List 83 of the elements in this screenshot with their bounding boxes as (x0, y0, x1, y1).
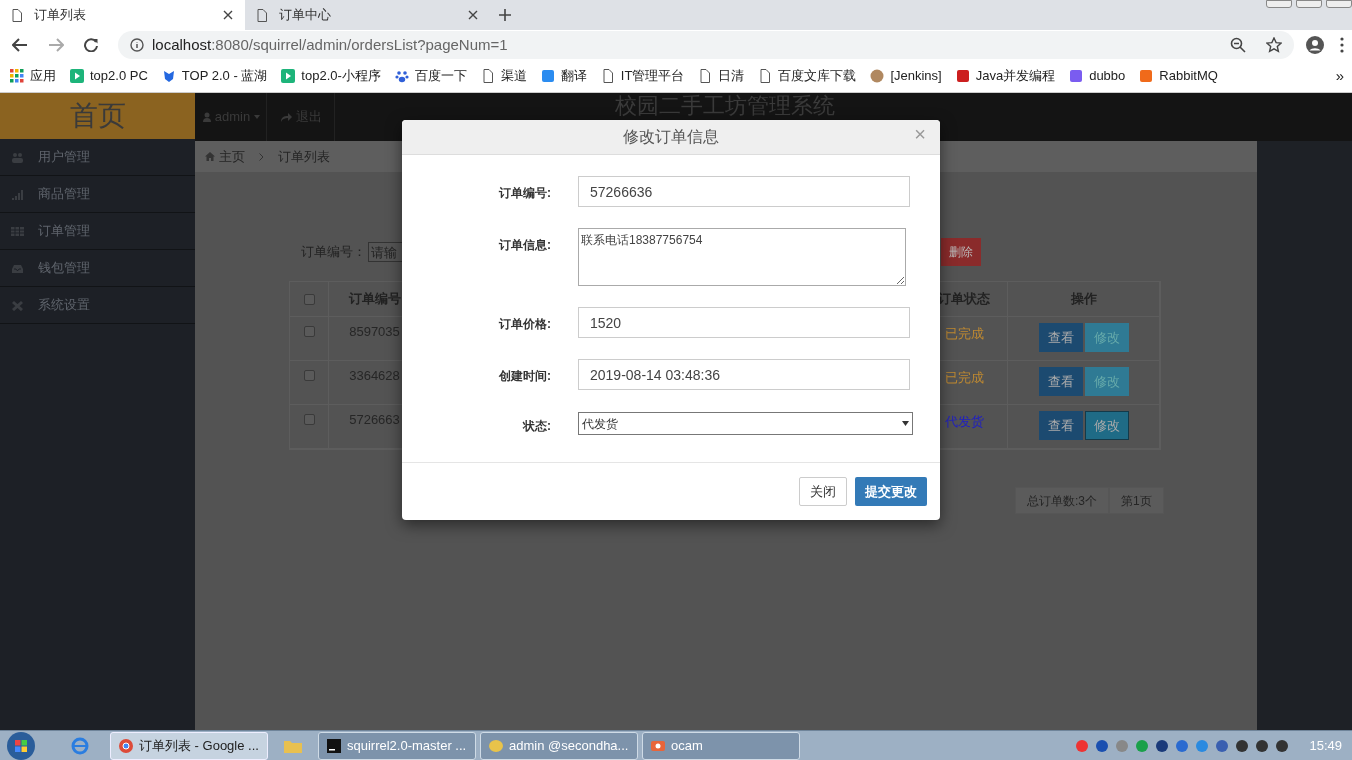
field-label: 订单价格: (497, 316, 551, 333)
clock-time: 15:49 (1309, 736, 1342, 755)
browser-tab[interactable]: 订单列表 (0, 0, 245, 30)
close-dialog-button[interactable]: 关闭 (799, 477, 847, 506)
text-area[interactable]: 联系电话18387756754 (578, 228, 906, 286)
caret-icon (254, 115, 261, 119)
start-orb-icon[interactable] (6, 730, 36, 760)
bookmark[interactable]: 日清 (698, 66, 745, 86)
bookmark[interactable]: 渠道 (480, 66, 527, 86)
share-arrow-icon (279, 112, 292, 122)
view-button[interactable]: 查看 (1038, 411, 1083, 440)
view-button[interactable]: 查看 (1038, 323, 1083, 352)
bookmark[interactable]: TOP 2.0 - 蓝湖 (161, 66, 268, 86)
tray-icon[interactable] (1095, 738, 1110, 753)
bookmark[interactable]: top2.0-小程序 (281, 66, 381, 86)
checkbox[interactable] (303, 414, 315, 425)
bookmark[interactable]: IT管理平台 (600, 66, 685, 86)
back-icon[interactable] (12, 38, 28, 52)
close-icon[interactable] (468, 10, 478, 20)
apps-icon (10, 69, 24, 83)
bookmark[interactable]: top2.0 PC (70, 66, 148, 86)
page-icon (257, 8, 267, 22)
close-button[interactable] (1326, 0, 1352, 8)
tray-icon[interactable] (1235, 738, 1250, 753)
browser-icon (119, 738, 133, 753)
status-text: 代发货 (944, 413, 984, 431)
cross-icon (11, 299, 24, 311)
bookmark[interactable]: 翻译 (540, 66, 587, 86)
home-icon (205, 152, 215, 161)
tray-icon[interactable] (1155, 738, 1170, 753)
maximize-button[interactable] (1296, 0, 1322, 8)
table-icon (11, 225, 24, 237)
tray-icon[interactable] (1255, 738, 1270, 753)
status-text: 已完成 (944, 369, 984, 387)
forward-icon[interactable] (48, 38, 64, 52)
new-tab-icon[interactable] (498, 8, 512, 22)
status-select[interactable]: 代发货 (578, 412, 913, 435)
zoom-icon[interactable] (1230, 37, 1246, 53)
user-icon (202, 112, 211, 122)
address-bar[interactable]: localhost:8080/squirrel/admin/ordersList?pageNum=1 (118, 31, 1294, 59)
more-bookmarks[interactable]: » (1335, 64, 1344, 88)
camera-icon (651, 738, 665, 753)
dropdown-caret-icon (902, 421, 909, 426)
status-text: 已完成 (944, 325, 984, 343)
bookmark[interactable]: dubbo (1069, 66, 1126, 86)
dialog-title: 修改订单信息 (623, 127, 719, 147)
tray-icon[interactable] (1215, 738, 1230, 753)
taskbar-button[interactable]: 订单列表 - Google ... (110, 731, 268, 760)
field-label: 订单编号: (497, 185, 551, 202)
info-icon (130, 38, 144, 52)
checkbox[interactable] (303, 326, 315, 337)
delete-button[interactable]: 删除 (941, 238, 981, 266)
page-icon (12, 8, 22, 22)
checkbox[interactable] (303, 370, 315, 381)
tray-icon (11, 262, 24, 274)
bookmark[interactable]: [Jenkins] (870, 66, 942, 86)
bookmark[interactable]: 应用 (10, 66, 56, 86)
bookmark[interactable]: 百度一下 (394, 66, 467, 86)
database-icon (489, 738, 503, 753)
input-field[interactable]: 1520 (578, 307, 910, 338)
chevron-icon (259, 152, 264, 161)
bookmark[interactable]: Java并发编程 (955, 66, 1056, 86)
tray-icon[interactable] (1275, 738, 1290, 753)
input-field[interactable]: 57266636 (578, 176, 910, 207)
account-icon[interactable] (1306, 36, 1324, 54)
bookmark[interactable]: 百度文库下载 (758, 66, 857, 86)
checkbox[interactable] (303, 293, 315, 305)
ide-icon (327, 738, 341, 753)
reload-icon[interactable] (84, 38, 98, 52)
input-field[interactable]: 2019-08-14 03:48:36 (578, 359, 910, 390)
bookmark[interactable]: RabbitMQ (1139, 66, 1218, 86)
field-label: 创建时间: (498, 368, 551, 385)
bars-icon (11, 188, 24, 200)
field-label: 状态: (521, 418, 551, 435)
star-icon[interactable] (1266, 37, 1282, 53)
menu-icon[interactable] (1340, 37, 1344, 53)
submit-button[interactable]: 提交更改 (855, 477, 927, 506)
field-label: 订单信息: (497, 237, 551, 254)
minimize-button[interactable] (1266, 0, 1292, 8)
view-button[interactable]: 查看 (1038, 367, 1083, 396)
users-icon (11, 151, 24, 163)
url-text: localhost:8080/squirrel/admin/ordersList?pageNum=1 (152, 34, 509, 55)
close-icon[interactable] (223, 10, 233, 20)
